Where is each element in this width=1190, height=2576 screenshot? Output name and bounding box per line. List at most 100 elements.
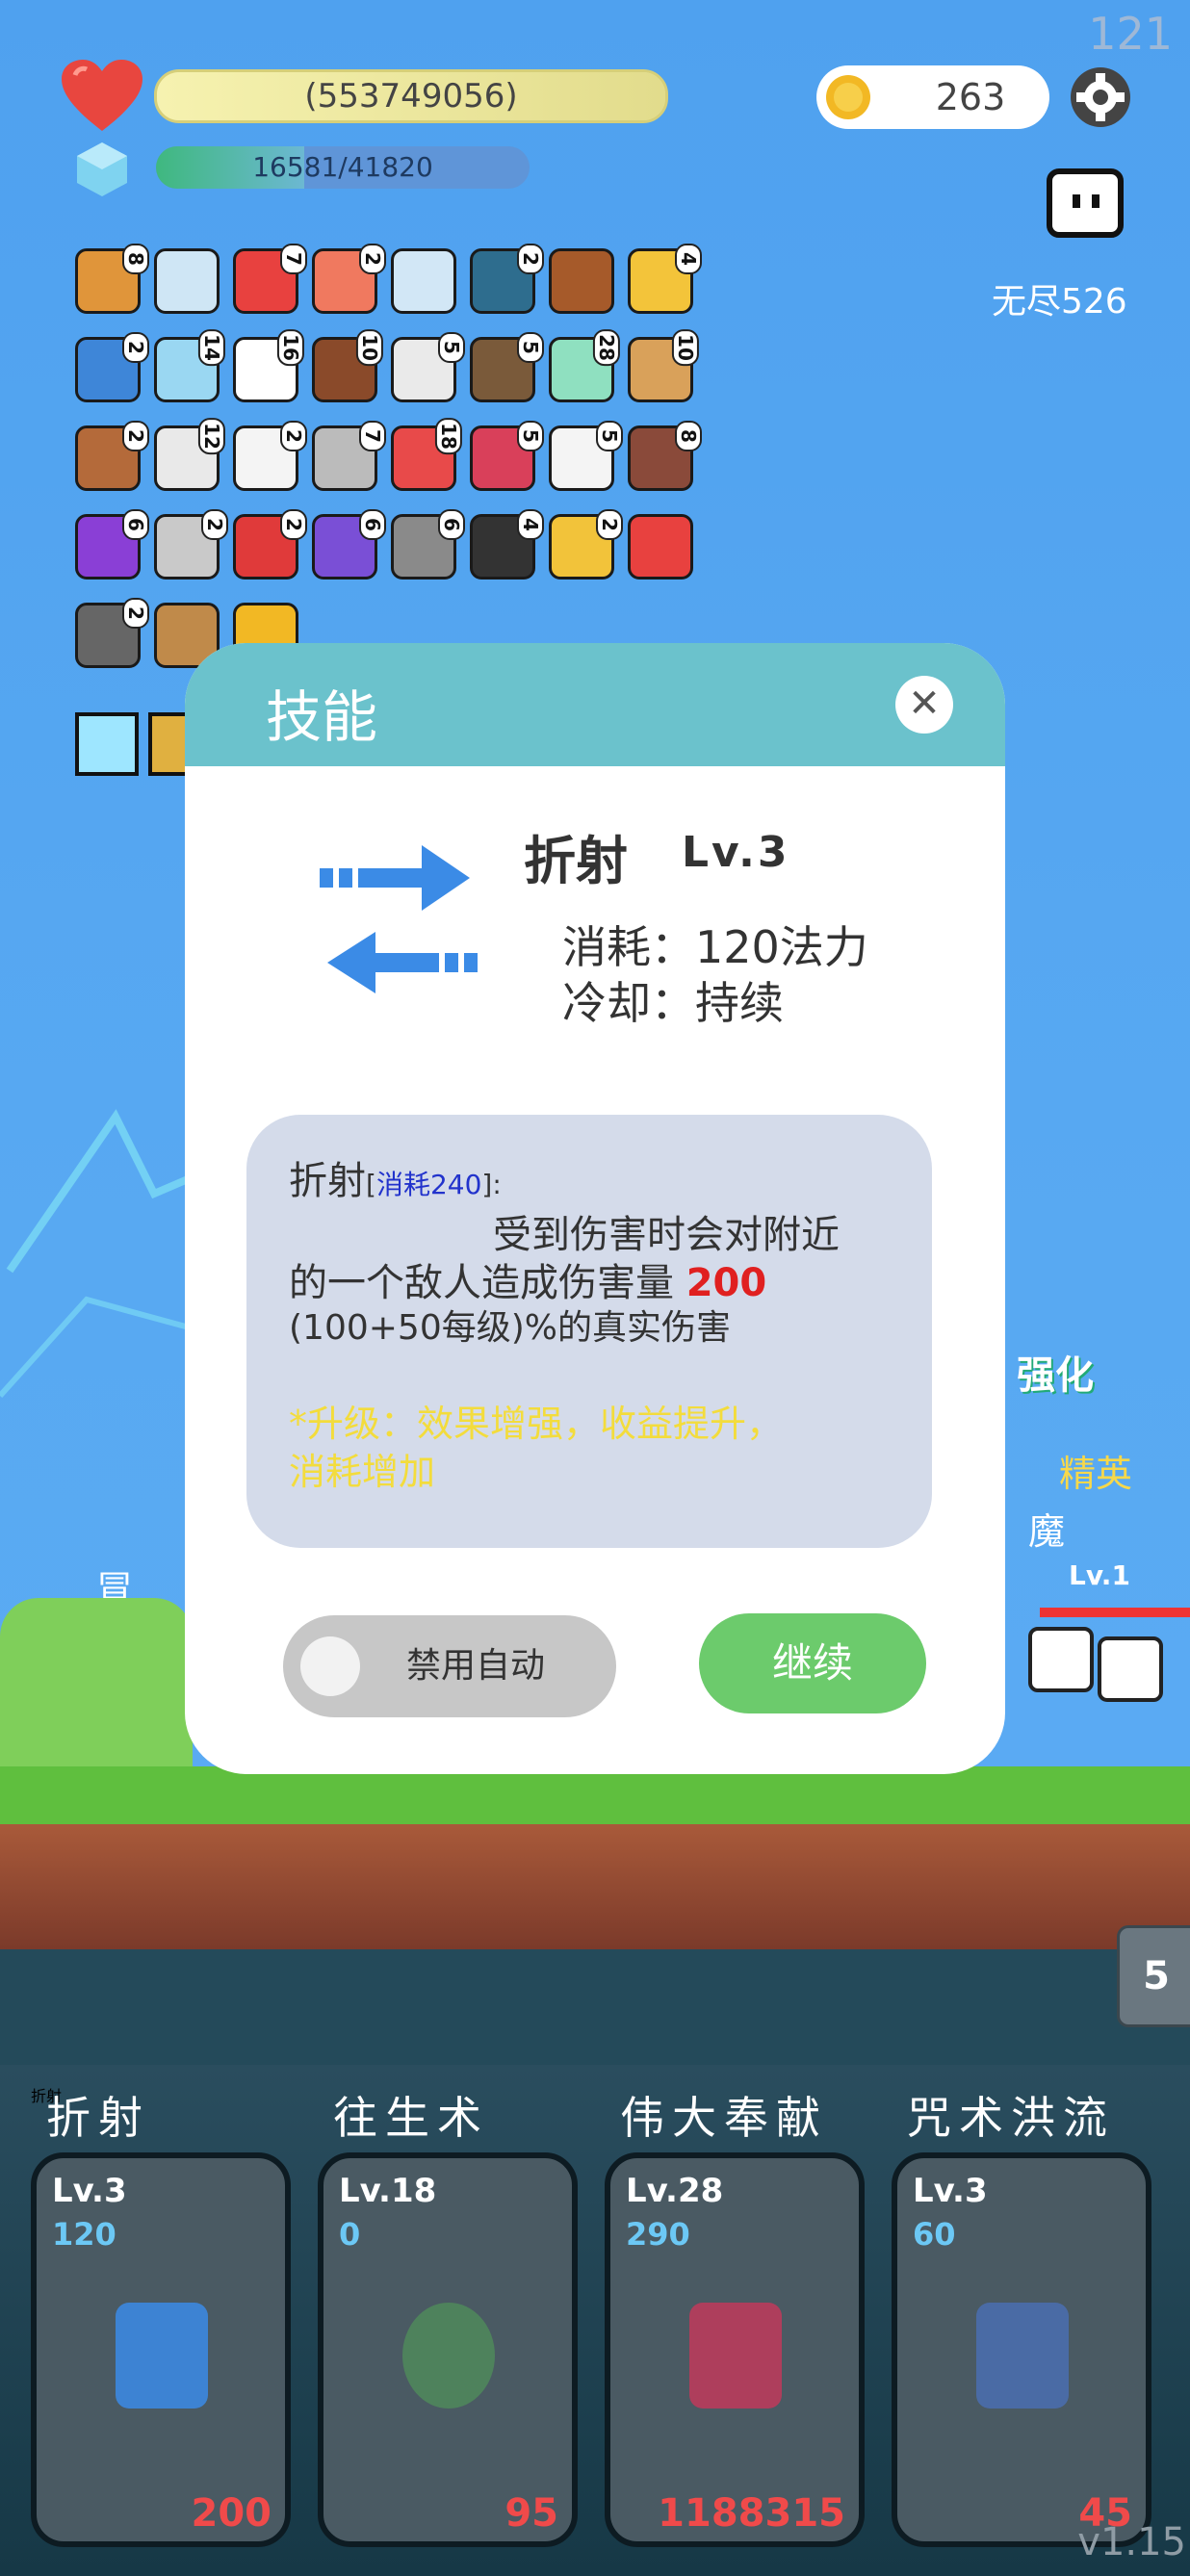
item-count-badge: 10	[356, 329, 384, 366]
skill-slot-value: 1188315	[658, 2491, 845, 2536]
bubble-icon[interactable]: 14	[154, 329, 226, 402]
axe-icon[interactable]: 7	[312, 421, 386, 491]
skill-slot-card[interactable]: Lv.18 0 95	[318, 2152, 578, 2547]
enemy-ghost	[1098, 1636, 1163, 1702]
heart-icon	[62, 60, 142, 131]
item-count-badge: 4	[517, 509, 544, 540]
potion-cup-icon[interactable]: 10	[312, 329, 384, 402]
item-count-badge: 2	[280, 509, 307, 540]
hook-icon[interactable]: 2	[75, 598, 149, 668]
skill-cooldown: 冷却：持续	[562, 977, 784, 1029]
grass	[0, 1766, 1190, 1824]
skill-slot-value: 200	[191, 2491, 272, 2536]
item-count-badge: 12	[198, 418, 226, 454]
apple-icon[interactable]: 2	[233, 509, 307, 580]
spiked-mace-icon[interactable]: 6	[391, 509, 465, 580]
barrel-icon[interactable]: 8	[628, 421, 702, 491]
skill-slot-card[interactable]: Lv.3 120 200	[31, 2152, 291, 2547]
item-count-badge: 5	[517, 421, 544, 451]
disable-auto-toggle[interactable]: 禁用自动	[283, 1615, 616, 1717]
inventory-grid: 8 7 2 2 4 2 14 16 10 5 5 28 10 2 12 2 7 18 5 5 8 6 2 2 6 6 4 2 2	[75, 244, 711, 682]
side-badge[interactable]: 5	[1117, 1925, 1190, 2027]
item-count-badge: 8	[675, 421, 702, 451]
coconut-icon[interactable]: 5	[470, 332, 544, 402]
close-button[interactable]: ✕	[895, 676, 953, 734]
hp-bar: (553749056) 3989000/3989000	[154, 69, 668, 123]
skill-cost: 消耗：120法力	[562, 921, 868, 973]
cloud-spirit-icon[interactable]: 16	[233, 329, 305, 402]
skill-slot-level: Lv.28	[626, 2172, 724, 2210]
battle-text: 魔	[1028, 1510, 1066, 1553]
item-count-badge: 2	[359, 244, 386, 274]
item-count-badge: 16	[277, 329, 305, 366]
enemy-level: Lv.1	[1069, 1559, 1130, 1591]
skill-slot-value: 95	[504, 2491, 558, 2536]
skill-description: 折射[消耗240]: 受到伤害时会对附近 的一个敌人造成伤害量 200 (100…	[246, 1115, 932, 1548]
skill-slot-level: Lv.3	[52, 2172, 127, 2210]
blue-gem-icon[interactable]: 2	[75, 332, 149, 402]
skill-title: 折射	[524, 831, 628, 891]
lightbulb-icon[interactable]: 5	[391, 332, 465, 402]
endless-stage-label: 无尽526	[992, 282, 1127, 322]
item-count-badge: 14	[198, 329, 226, 366]
refraction-arrows-icon	[320, 845, 478, 993]
skill-slot-card[interactable]: Lv.28 290 1188315	[605, 2152, 865, 2547]
enemy-ghost	[1028, 1627, 1094, 1692]
magnifier-icon[interactable]	[154, 248, 220, 314]
skill-slot-cost: 0	[339, 2216, 361, 2253]
book-icon[interactable]: 8	[75, 244, 149, 314]
water	[0, 1949, 1190, 2065]
jam-jar-icon[interactable]: 5	[470, 421, 544, 491]
ring-chain-icon[interactable]	[391, 248, 456, 314]
item-count-badge: 18	[435, 418, 463, 454]
settings-gear-icon[interactable]	[1069, 65, 1132, 129]
strawberry-icon[interactable]: 7	[233, 244, 307, 314]
item-count-badge: 2	[517, 244, 544, 274]
skill-slot-card[interactable]: Lv.3 60 45	[892, 2152, 1151, 2547]
purple-potion-icon[interactable]: 6	[75, 509, 149, 580]
dice-icon[interactable]: 2	[233, 421, 307, 491]
close-icon: ✕	[908, 682, 941, 726]
mp-text: 16581/41820	[252, 151, 433, 183]
continue-button[interactable]: 继续	[699, 1613, 926, 1713]
red-shield-icon[interactable]: 18	[391, 418, 463, 491]
magic-wand-icon[interactable]: 4	[628, 244, 702, 314]
item-count-badge: 2	[122, 421, 149, 451]
sword-icon[interactable]: 2	[154, 509, 228, 580]
item-count-badge: 6	[438, 509, 465, 540]
toggle-label: 禁用自动	[406, 1646, 546, 1686]
leaf-icon	[402, 2303, 495, 2409]
ghost-icon[interactable]	[1044, 166, 1126, 241]
item-count-badge: 2	[596, 509, 623, 540]
hearts-icon[interactable]	[628, 514, 693, 580]
coin-counter: 263	[816, 65, 1049, 129]
hp-text: (553749056) 3989000/3989000	[304, 77, 518, 116]
desc-upgrade: 消耗增加	[289, 1451, 436, 1493]
desc-upgrade: *升级：效果增强，收益提升，	[289, 1403, 784, 1445]
skill-slot-level: Lv.18	[339, 2172, 437, 2210]
black-pot-icon[interactable]: 4	[470, 509, 544, 580]
purple-box-icon[interactable]: 6	[312, 509, 386, 580]
dirt	[0, 1824, 1190, 1949]
treasure-chest-icon[interactable]	[549, 248, 614, 314]
item-count-badge: 5	[517, 332, 544, 363]
item-count-badge: 6	[359, 509, 386, 540]
skill-slot-name: 折射	[46, 2092, 150, 2144]
pill-icon[interactable]: 5	[549, 421, 623, 491]
bow-icon[interactable]: 10	[628, 329, 700, 402]
skill-level: Lv.3	[682, 828, 790, 877]
crystal-icon	[77, 142, 127, 196]
round-shield-icon[interactable]: 2	[75, 421, 149, 491]
equipped-lamp-icon[interactable]	[75, 712, 139, 776]
green-orb-icon[interactable]: 28	[549, 329, 621, 402]
watermelon-icon[interactable]: 2	[312, 244, 386, 314]
envelope-icon[interactable]: 12	[154, 418, 226, 491]
dialog-header: 技能 ✕	[185, 643, 1005, 766]
bird-icon[interactable]: 2	[470, 244, 544, 314]
item-count-badge: 10	[672, 329, 700, 366]
skill-slot-cost: 120	[52, 2216, 116, 2253]
skill-slot-cost: 290	[626, 2216, 690, 2253]
gold-ring-icon[interactable]: 2	[549, 509, 623, 580]
skill-slot-name: 往生术	[333, 2092, 489, 2144]
toggle-knob	[300, 1636, 360, 1696]
